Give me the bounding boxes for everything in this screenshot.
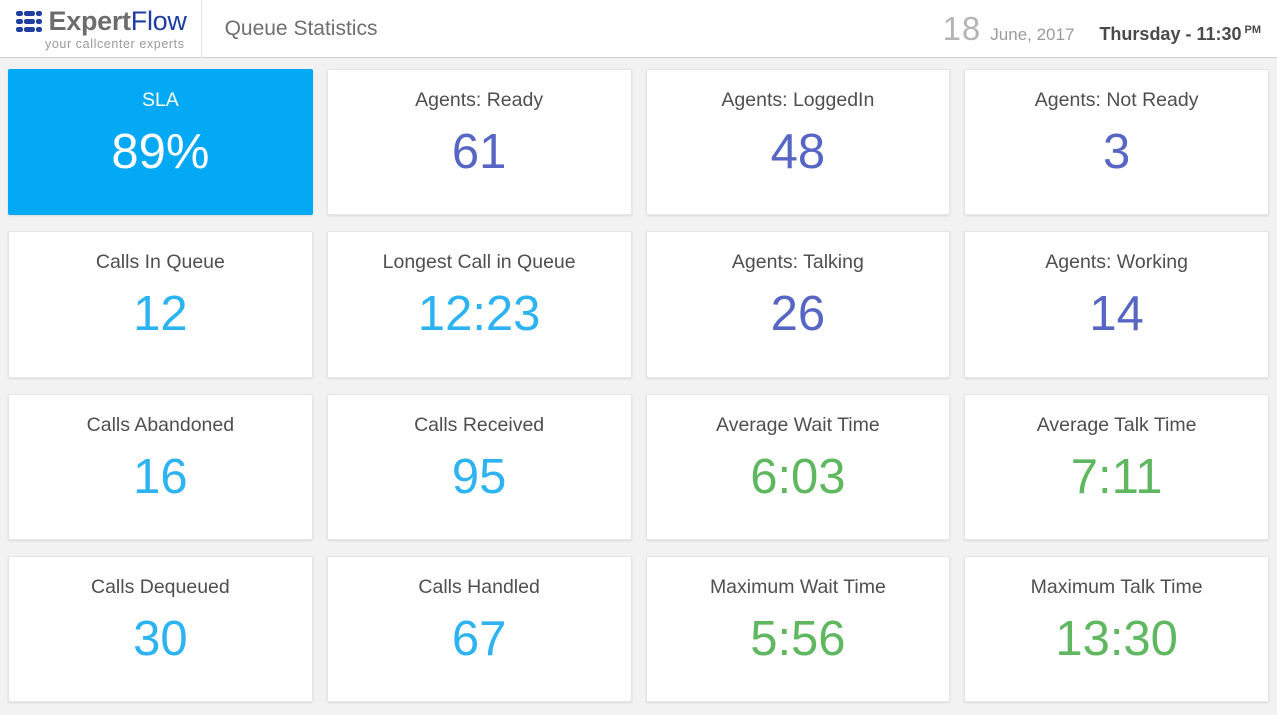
header-datetime: 18 June, 2017 Thursday - 11:30 PM — [943, 12, 1277, 45]
stat-tile-label: Maximum Talk Time — [1030, 575, 1203, 598]
stat-tile-label: Agents: Ready — [415, 89, 544, 111]
stat-tile[interactable]: Calls Dequeued 30 — [8, 555, 313, 702]
stat-tile[interactable]: Average Wait Time 6:03 — [645, 393, 951, 540]
stat-tile-value: 30 — [133, 611, 188, 666]
stat-tile-label: Agents: Working — [1045, 251, 1188, 274]
date-day: 18 — [942, 10, 982, 47]
stat-tile-value: 95 — [451, 449, 507, 504]
stat-tile-value: 61 — [451, 125, 507, 179]
stat-tile[interactable]: Maximum Talk Time 13:30 — [964, 555, 1269, 702]
brand-logo[interactable]: ExpertFlow your callcenter experts — [0, 0, 202, 58]
stat-tile-label: Calls Handled — [418, 575, 540, 598]
brand-wordmark: ExpertFlow your callcenter experts — [45, 5, 187, 51]
stat-tile-value: 48 — [770, 125, 826, 179]
brand-name-primary: Expert — [48, 5, 132, 36]
page-title: Queue Statistics — [224, 16, 378, 40]
stat-tile[interactable]: Calls Handled 67 — [326, 555, 632, 702]
stat-tile-value: 26 — [770, 287, 826, 342]
stat-tile[interactable]: Average Talk Time 7:11 — [964, 393, 1269, 540]
stat-tile-label: Calls Dequeued — [90, 575, 230, 598]
stat-tile[interactable]: Calls Abandoned 16 — [8, 393, 313, 540]
stat-tile[interactable]: Agents: Talking 26 — [645, 231, 951, 378]
brand-name: ExpertFlow — [48, 5, 187, 36]
stat-tile-label: Longest Call in Queue — [382, 251, 576, 274]
stat-tile-label: Calls Abandoned — [86, 413, 235, 436]
stat-tile-value: 12:23 — [417, 287, 541, 342]
stat-tile-label: Agents: Not Ready — [1034, 89, 1199, 111]
stat-tile-value: 6:03 — [750, 449, 846, 504]
stat-tile[interactable]: Agents: Not Ready 3 — [964, 69, 1269, 216]
stat-tile[interactable]: Calls In Queue 12 — [8, 231, 313, 378]
stat-tile[interactable]: Agents: LoggedIn 48 — [645, 69, 951, 216]
stat-tile[interactable]: Calls Received 95 — [326, 393, 632, 540]
statistics-grid: SLA 89% Agents: Ready 61 Agents: LoggedIn 48 A… — [0, 58, 1277, 714]
stat-tile-value: 5:56 — [750, 611, 846, 666]
date-month-year: June, 2017 — [990, 25, 1075, 44]
stat-tile-label: Calls Received — [414, 413, 545, 436]
stat-tile[interactable]: Agents: Ready 61 — [326, 69, 632, 216]
stat-tile-label: Average Talk Time — [1036, 413, 1197, 436]
stat-tile-value: 16 — [133, 449, 188, 504]
stat-tile-value: 14 — [1089, 287, 1144, 342]
stat-tile-label: SLA — [141, 89, 179, 111]
stat-tile-label: Average Wait Time — [716, 413, 880, 436]
stat-tile[interactable]: Maximum Wait Time 5:56 — [645, 555, 951, 702]
stat-tile-value: 12 — [133, 287, 188, 342]
brand-name-secondary: Flow — [130, 5, 187, 36]
date-weekday-time: Thursday - 11:30 — [1099, 24, 1242, 44]
stat-tile[interactable]: Longest Call in Queue 12:23 — [326, 231, 632, 378]
stat-tile-value: 13:30 — [1055, 611, 1178, 666]
expertflow-grid-icon — [16, 10, 42, 32]
app-header: ExpertFlow your callcenter experts Queue… — [0, 0, 1277, 58]
stat-tile-label: Agents: LoggedIn — [721, 89, 875, 111]
stat-tile-label: Maximum Wait Time — [709, 575, 886, 598]
stat-tile[interactable]: SLA 89% — [8, 69, 313, 216]
stat-tile[interactable]: Agents: Working 14 — [964, 231, 1269, 378]
stat-tile-label: Agents: Talking — [731, 251, 864, 274]
stat-tile-value: 89% — [111, 125, 210, 179]
date-meridiem: PM — [1244, 24, 1262, 36]
brand-tagline: your callcenter experts — [45, 36, 185, 51]
stat-tile-value: 67 — [451, 611, 507, 666]
stat-tile-label: Calls In Queue — [95, 251, 225, 274]
stat-tile-value: 3 — [1102, 125, 1131, 179]
stat-tile-value: 7:11 — [1070, 449, 1163, 504]
